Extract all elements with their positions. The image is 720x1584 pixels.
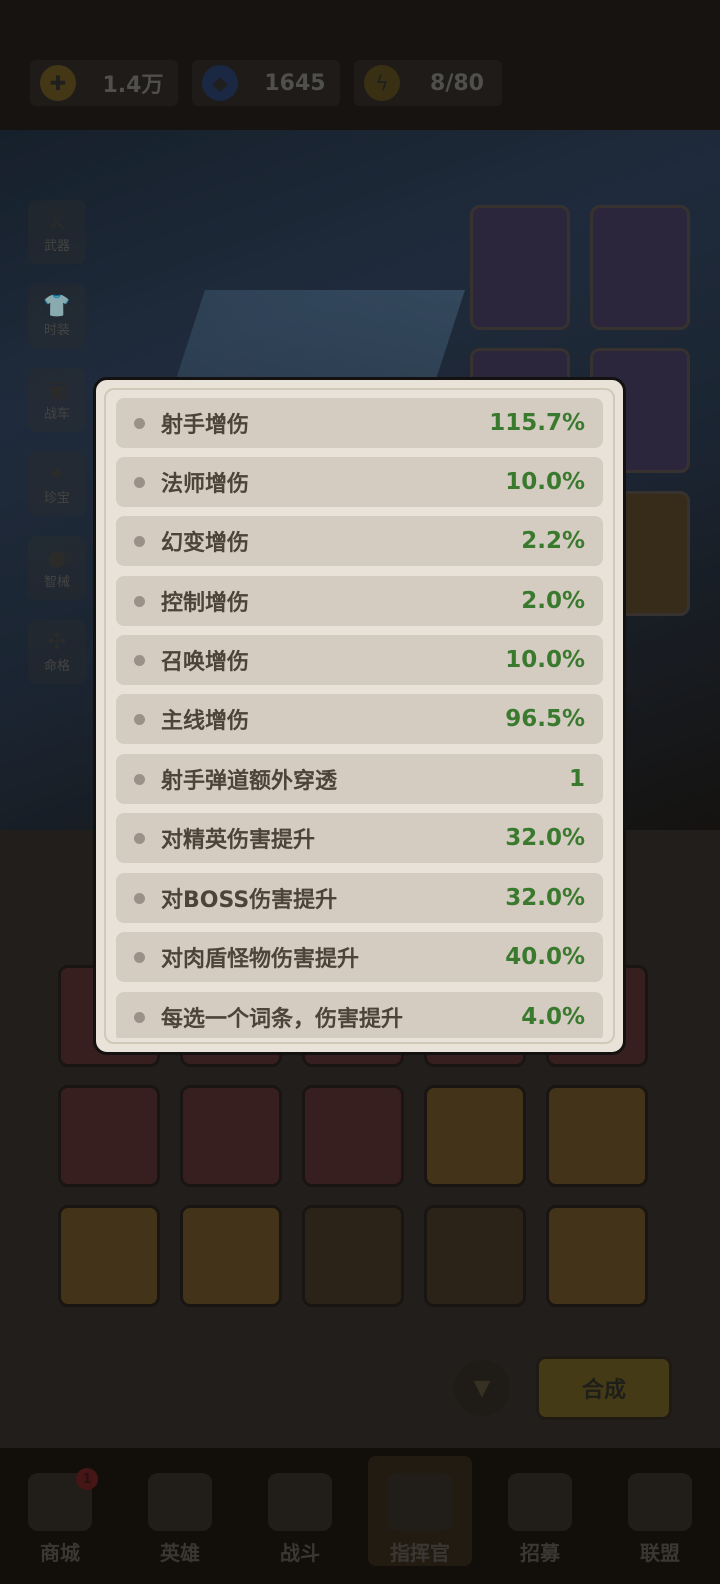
stat-value: 32.0% — [505, 885, 585, 911]
bullet-icon — [134, 595, 145, 607]
stats-dialog: 射手增伤 115.7% 法师增伤 10.0% 幻变增伤 2.2% 控制增伤 2.0% 召… — [93, 377, 626, 1055]
stat-label: 每选一个词条，伤害提升 — [161, 1007, 404, 1032]
stat-value: 4.0% — [521, 1004, 585, 1030]
stat-row: 控制增伤 2.0% — [116, 576, 603, 626]
stat-row: 每选一个词条，伤害提升 4.0% — [116, 992, 603, 1038]
stat-row: 召唤增伤 10.0% — [116, 635, 603, 685]
bullet-icon — [134, 535, 145, 547]
stat-label: 射手弹道额外穿透 — [161, 769, 338, 794]
stat-label: 射手增伤 — [161, 413, 250, 438]
bullet-icon — [134, 832, 145, 844]
stat-value: 1 — [568, 766, 585, 792]
stat-value: 40.0% — [505, 944, 585, 970]
stat-value: 2.2% — [521, 528, 585, 554]
stat-row: 射手弹道额外穿透 1 — [116, 754, 603, 804]
stats-list[interactable]: 射手增伤 115.7% 法师增伤 10.0% 幻变增伤 2.2% 控制增伤 2.0% 召… — [116, 398, 603, 1038]
stat-value: 10.0% — [505, 647, 585, 673]
bullet-icon — [134, 654, 145, 666]
bullet-icon — [134, 773, 145, 785]
stat-label: 对精英伤害提升 — [161, 828, 316, 853]
stat-label: 召唤增伤 — [161, 650, 250, 675]
stat-row: 幻变增伤 2.2% — [116, 516, 603, 566]
stat-row: 对BOSS伤害提升 32.0% — [116, 873, 603, 923]
stat-value: 32.0% — [505, 825, 585, 851]
stat-label: 幻变增伤 — [161, 531, 250, 556]
bullet-icon — [134, 951, 145, 963]
stat-label: 主线增伤 — [161, 709, 250, 734]
stat-row: 射手增伤 115.7% — [116, 398, 603, 448]
stat-row: 法师增伤 10.0% — [116, 457, 603, 507]
stat-value: 10.0% — [505, 469, 585, 495]
stat-value: 115.7% — [489, 410, 585, 436]
stat-value: 2.0% — [521, 588, 585, 614]
bullet-icon — [134, 1011, 145, 1023]
stat-row: 主线增伤 96.5% — [116, 694, 603, 744]
stat-row: 对精英伤害提升 32.0% — [116, 813, 603, 863]
bullet-icon — [134, 476, 145, 488]
stat-label: 对肉盾怪物伤害提升 — [161, 947, 360, 972]
stat-row: 对肉盾怪物伤害提升 40.0% — [116, 932, 603, 982]
bullet-icon — [134, 892, 145, 904]
stat-label: 法师增伤 — [161, 472, 250, 497]
bullet-icon — [134, 713, 145, 725]
stat-value: 96.5% — [505, 706, 585, 732]
stat-label: 对BOSS伤害提升 — [161, 888, 338, 913]
bullet-icon — [134, 417, 145, 429]
stat-label: 控制增伤 — [161, 591, 250, 616]
